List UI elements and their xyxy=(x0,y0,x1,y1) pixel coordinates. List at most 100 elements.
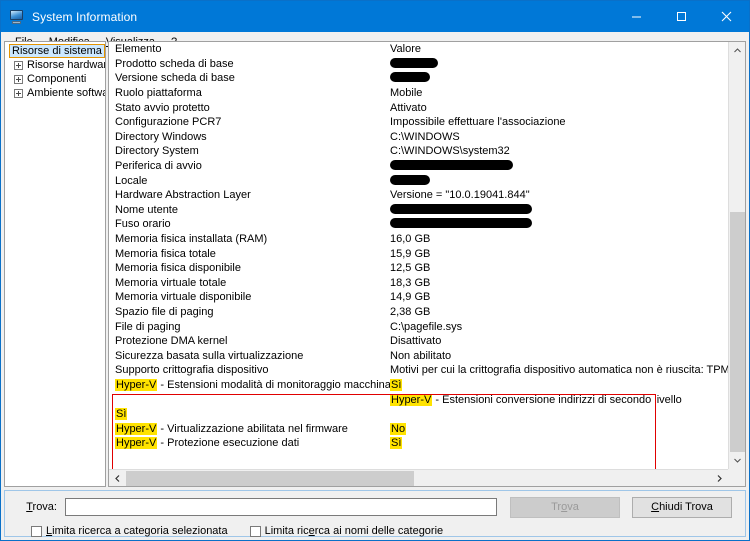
details-list-view[interactable]: Elemento Valore Prodotto scheda di base V… xyxy=(108,41,746,487)
table-row[interactable]: Fuso orario xyxy=(109,217,728,232)
column-header-elemento[interactable]: Elemento xyxy=(109,42,390,56)
scrollbar-corner xyxy=(728,469,745,486)
category-tree[interactable]: Risorse di sistema Risorse hardware Comp… xyxy=(4,41,106,487)
limit-category-label: Limita ricerca a categoria selezionata xyxy=(46,525,228,537)
hyperv-5-value: Sì xyxy=(390,436,728,450)
row-item-label: Directory System xyxy=(115,145,199,158)
vertical-scroll-thumb[interactable] xyxy=(730,212,745,462)
row-item-label: Stato avvio protetto xyxy=(115,101,210,114)
scroll-down-arrow-icon[interactable] xyxy=(729,452,745,469)
row-item-label: Protezione DMA kernel xyxy=(115,335,228,348)
table-row[interactable]: Stato avvio protetto Attivato xyxy=(109,100,728,115)
expand-plus-icon[interactable] xyxy=(14,88,23,98)
close-button[interactable] xyxy=(704,1,749,32)
horizontal-scrollbar[interactable] xyxy=(109,469,728,486)
row-item-label: Prodotto scheda di base xyxy=(115,57,234,70)
tree-item-risorse-hardware-label: Risorse hardware xyxy=(27,59,106,71)
table-row[interactable]: Nome utente xyxy=(109,203,728,218)
row-item-value: Motivi per cui la crittografia dispositi… xyxy=(390,364,728,377)
table-row[interactable]: Supporto crittografia dispositivo Motivi … xyxy=(109,363,728,378)
table-row-hyperv-1[interactable]: Hyper-V - Estensioni modalità di monitor… xyxy=(109,378,728,393)
minimize-button[interactable] xyxy=(614,1,659,32)
scroll-left-arrow-icon[interactable] xyxy=(109,470,126,486)
limit-category-checkbox-row[interactable]: Limita ricerca a categoria selezionata xyxy=(31,525,228,537)
row-item-value xyxy=(390,217,728,231)
table-row[interactable]: Sicurezza basata sulla virtualizzazione N… xyxy=(109,348,728,363)
column-header-valore[interactable]: Valore xyxy=(390,42,728,56)
row-item-value xyxy=(390,71,728,85)
table-row[interactable]: Spazio file di paging 2,38 GB xyxy=(109,305,728,320)
row-item-value: 2,38 GB xyxy=(390,305,431,318)
hyperv-4-label-highlight: Hyper-V xyxy=(115,422,158,435)
row-item-value: 14,9 GB xyxy=(390,291,431,304)
table-row-hyperv-5[interactable]: Hyper-V - Protezione esecuzione dati Sì xyxy=(109,436,728,451)
redacted-value-bar xyxy=(390,174,430,185)
table-row[interactable]: Configurazione PCR7 Impossibile effettuar… xyxy=(109,115,728,130)
maximize-button[interactable] xyxy=(659,1,704,32)
hyperv-1-label-rest: - Estensioni modalità di monitoraggio ma… xyxy=(160,378,390,391)
row-item-label: Hardware Abstraction Layer xyxy=(115,189,251,202)
system-information-icon xyxy=(9,9,25,25)
table-row[interactable]: Memoria virtuale disponibile 14,9 GB xyxy=(109,290,728,305)
horizontal-scroll-thumb[interactable] xyxy=(126,471,414,486)
expand-plus-icon[interactable] xyxy=(14,60,23,70)
table-row[interactable]: Directory System C:\WINDOWS\system32 xyxy=(109,144,728,159)
expand-plus-icon[interactable] xyxy=(14,74,23,84)
tree-item-risorse-hardware[interactable]: Risorse hardware xyxy=(5,58,105,72)
table-row[interactable]: Prodotto scheda di base xyxy=(109,57,728,72)
table-row[interactable]: Ruolo piattaforma Mobile xyxy=(109,86,728,101)
hyperv-1-label-highlight: Hyper-V xyxy=(115,378,158,391)
table-row[interactable]: Protezione DMA kernel Disattivato xyxy=(109,334,728,349)
row-item-label: Supporto crittografia dispositivo xyxy=(115,364,269,377)
tree-item-componenti[interactable]: Componenti xyxy=(5,72,105,86)
row-item-value: Versione = "10.0.19041.844" xyxy=(390,189,530,202)
hyperv-1-value-highlight: Sì xyxy=(390,378,403,391)
row-item-label: Locale xyxy=(115,174,148,187)
tree-item-ambiente-software-label: Ambiente software xyxy=(27,87,105,99)
hyperv-5-value-highlight: Sì xyxy=(390,437,403,450)
row-item-label: Sicurezza basata sulla virtualizzazione xyxy=(115,349,304,362)
table-row[interactable]: Memoria fisica totale 15,9 GB xyxy=(109,246,728,261)
table-row-hyperv-3[interactable]: Sì xyxy=(109,407,728,422)
row-item-label: Configurazione PCR7 xyxy=(115,116,222,129)
find-input[interactable] xyxy=(65,498,497,516)
table-row[interactable]: Locale xyxy=(109,173,728,188)
table-row[interactable]: Directory Windows C:\WINDOWS xyxy=(109,130,728,145)
hyperv-2-label-highlight: Hyper-V xyxy=(390,393,433,406)
tree-item-ambiente-software[interactable]: Ambiente software xyxy=(5,86,105,100)
hyperv-4-label-rest: - Virtualizzazione abilitata nel firmwar… xyxy=(157,422,348,435)
table-row-hyperv-2[interactable]: Hyper-V - Estensioni conversione indiriz… xyxy=(109,392,728,407)
tree-item-root[interactable]: Risorse di sistema xyxy=(5,44,105,58)
table-row[interactable]: Memoria fisica disponibile 12,5 GB xyxy=(109,261,728,276)
scroll-right-arrow-icon[interactable] xyxy=(711,470,728,486)
row-item-label: File di paging xyxy=(115,320,181,333)
hyperv-5-label-highlight: Hyper-V xyxy=(115,437,158,450)
table-row[interactable]: Memoria fisica installata (RAM) 16,0 GB xyxy=(109,232,728,247)
window-title: System Information xyxy=(32,9,138,24)
row-item-value: Impossibile effettuare l'associazione xyxy=(390,116,566,129)
limit-names-checkbox-row[interactable]: Limita ricerca ai nomi delle categorie xyxy=(249,525,444,537)
table-row[interactable]: Hardware Abstraction Layer Versione = "10… xyxy=(109,188,728,203)
redacted-value-bar xyxy=(390,218,532,229)
table-row[interactable]: File di paging C:\pagefile.sys xyxy=(109,319,728,334)
limit-names-label: Limita ricerca ai nomi delle categorie xyxy=(264,525,444,537)
hyperv-3-value-highlight: Sì xyxy=(115,408,128,421)
row-item-label: Memoria virtuale totale xyxy=(115,276,227,289)
row-item-label: Memoria fisica installata (RAM) xyxy=(115,233,268,246)
table-row[interactable]: Memoria virtuale totale 18,3 GB xyxy=(109,276,728,291)
scroll-up-arrow-icon[interactable] xyxy=(729,42,745,59)
vertical-scrollbar[interactable] xyxy=(728,42,745,469)
row-item-value: 15,9 GB xyxy=(390,247,431,260)
table-row[interactable]: Periferica di avvio xyxy=(109,159,728,174)
row-item-label: Periferica di avvio xyxy=(115,160,202,173)
table-row-hyperv-4[interactable]: Hyper-V - Virtualizzazione abilitata nel… xyxy=(109,421,728,436)
table-row[interactable]: Versione scheda di base xyxy=(109,71,728,86)
hyperv-2-value: Hyper-V - Estensioni conversione indiriz… xyxy=(390,393,728,407)
find-label-rest: rova: xyxy=(32,501,57,513)
close-find-button[interactable]: Chiudi Trova xyxy=(632,496,732,518)
limit-category-accel: L xyxy=(46,525,53,537)
find-button[interactable]: Tr o va xyxy=(510,496,620,518)
row-item-label: Spazio file di paging xyxy=(115,305,214,318)
limit-category-checkbox[interactable] xyxy=(31,525,42,537)
limit-names-checkbox[interactable] xyxy=(249,525,261,537)
